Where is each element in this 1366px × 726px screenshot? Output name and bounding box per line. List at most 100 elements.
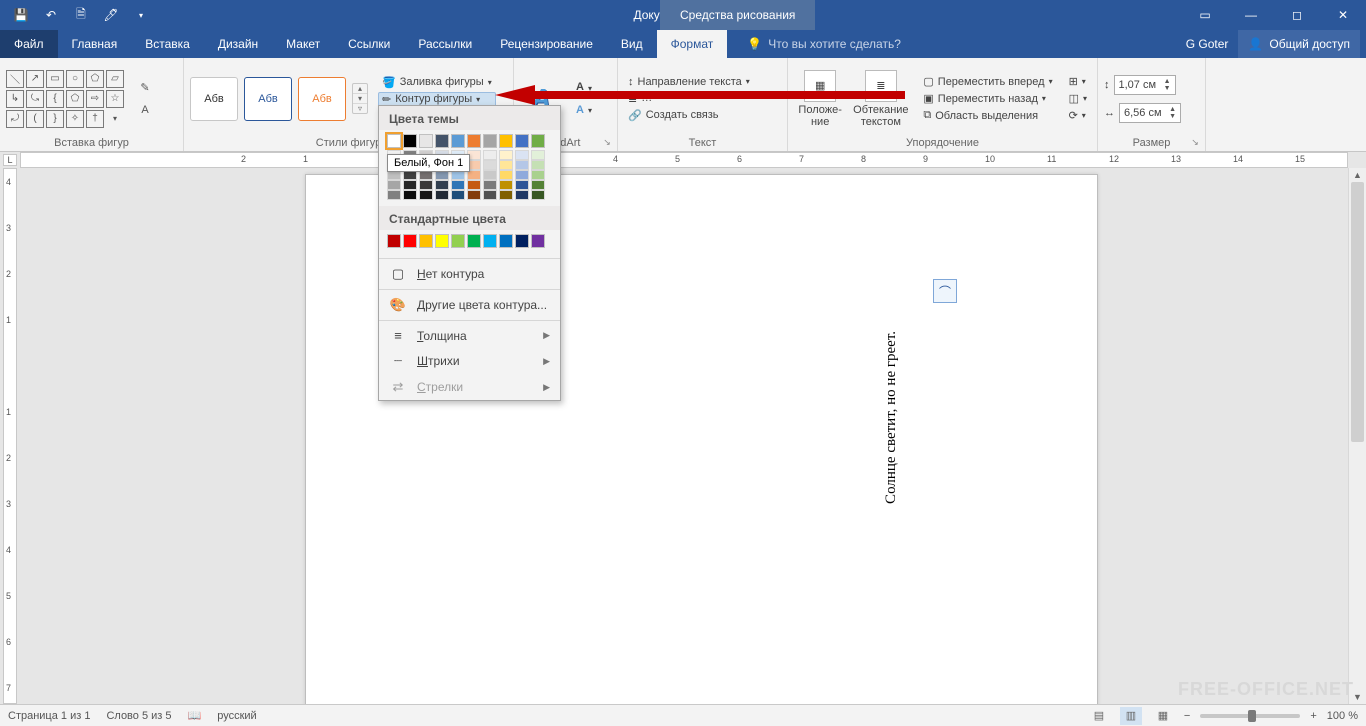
style-gallery-nav[interactable]: ▴ ▾ ▿	[352, 83, 368, 114]
dialog-launcher-icon[interactable]: ↘	[1189, 137, 1201, 149]
vertical-ruler[interactable]: 43211234567	[0, 168, 20, 704]
status-page[interactable]: Страница 1 из 1	[8, 710, 90, 722]
color-swatch[interactable]	[483, 134, 497, 148]
color-swatch[interactable]	[515, 190, 529, 200]
close-icon[interactable]: ✕	[1320, 0, 1366, 30]
color-swatch[interactable]	[403, 180, 417, 190]
color-swatch[interactable]	[451, 234, 465, 248]
color-swatch[interactable]	[483, 180, 497, 190]
text-effects-button[interactable]: A▾	[572, 103, 596, 117]
vertical-scrollbar[interactable]: ▲ ▼	[1348, 168, 1366, 704]
layout-options-button[interactable]: ⌒	[933, 279, 957, 303]
gallery-up-icon[interactable]: ▴	[353, 84, 367, 94]
tab-insert[interactable]: Вставка	[131, 30, 204, 58]
zoom-out-icon[interactable]: −	[1184, 710, 1190, 722]
bring-forward-button[interactable]: ▢Переместить вперед▾	[919, 74, 1056, 89]
color-swatch[interactable]	[483, 234, 497, 248]
create-link-button[interactable]: 🔗Создать связь	[624, 108, 754, 123]
undo-icon[interactable]: ↶	[38, 3, 64, 27]
color-swatch[interactable]	[419, 180, 433, 190]
color-swatch[interactable]	[467, 180, 481, 190]
scrollbar-thumb[interactable]	[1351, 182, 1364, 442]
tab-mailings[interactable]: Рассылки	[404, 30, 486, 58]
color-swatch[interactable]	[451, 134, 465, 148]
color-swatch[interactable]	[435, 134, 449, 148]
text-fill-button[interactable]: A▾	[572, 80, 596, 97]
edit-shape-icon[interactable]: ✎	[134, 78, 156, 98]
wrap-text-button[interactable]: ≣ Обтекание текстом	[850, 70, 911, 128]
document-area[interactable]: Солнце светит, но не греет. ⌒	[20, 168, 1348, 704]
color-swatch[interactable]	[499, 170, 513, 180]
shapes-gallery[interactable]: ＼↗▭○⬠▱ ↳⤿{⬠⇨☆ ⤾(}✧†▾	[6, 70, 124, 128]
color-swatch[interactable]	[419, 234, 433, 248]
color-swatch[interactable]	[531, 150, 545, 160]
color-swatch[interactable]	[387, 190, 401, 200]
color-swatch[interactable]	[531, 160, 545, 170]
gallery-more-icon[interactable]: ▿	[353, 104, 367, 113]
color-swatch[interactable]	[451, 190, 465, 200]
rotate-button[interactable]: ⟳▾	[1065, 108, 1091, 123]
color-swatch[interactable]	[467, 190, 481, 200]
position-button[interactable]: ▦ Положе­ние	[794, 70, 846, 128]
color-swatch[interactable]	[515, 160, 529, 170]
color-swatch[interactable]	[499, 160, 513, 170]
spellcheck-icon[interactable]: 📖	[188, 709, 202, 722]
color-swatch[interactable]	[515, 150, 529, 160]
read-mode-icon[interactable]: ▤	[1088, 707, 1110, 725]
shape-height-input[interactable]: 1,07 см ▲▼	[1114, 75, 1176, 95]
print-layout-icon[interactable]: ▥	[1120, 707, 1142, 725]
color-swatch[interactable]	[483, 170, 497, 180]
color-swatch[interactable]	[483, 160, 497, 170]
outline-dashes-item[interactable]: ┈ Штрихи ▶	[379, 348, 560, 374]
color-swatch[interactable]	[467, 234, 481, 248]
gallery-down-icon[interactable]: ▾	[353, 94, 367, 104]
tab-file[interactable]: Файл	[0, 30, 58, 58]
send-backward-button[interactable]: ▣Переместить назад▾	[919, 91, 1056, 106]
color-swatch[interactable]	[467, 134, 481, 148]
color-swatch[interactable]	[483, 150, 497, 160]
color-swatch[interactable]	[419, 190, 433, 200]
spin-down-icon[interactable]: ▼	[1164, 85, 1171, 92]
shape-style-gallery[interactable]: Абв Абв Абв	[190, 77, 346, 121]
spin-up-icon[interactable]: ▲	[1164, 78, 1171, 85]
tab-home[interactable]: Главная	[58, 30, 132, 58]
zoom-value[interactable]: 100 %	[1327, 710, 1358, 722]
color-swatch[interactable]	[531, 170, 545, 180]
zoom-slider[interactable]	[1200, 714, 1300, 718]
color-swatch[interactable]	[499, 150, 513, 160]
tab-view[interactable]: Вид	[607, 30, 657, 58]
textbox-vertical-text[interactable]: Солнце светит, но не греет.	[883, 331, 900, 504]
account-user[interactable]: G Goter	[1186, 37, 1229, 51]
dialog-launcher-icon[interactable]: ↘	[601, 137, 613, 149]
color-swatch[interactable]	[403, 134, 417, 148]
color-swatch[interactable]	[435, 180, 449, 190]
style-swatch-1[interactable]: Абв	[190, 77, 238, 121]
color-swatch[interactable]	[483, 190, 497, 200]
tab-review[interactable]: Рецензирование	[486, 30, 607, 58]
spin-down-icon[interactable]: ▼	[1169, 113, 1176, 120]
color-swatch[interactable]	[515, 134, 529, 148]
color-swatch[interactable]	[435, 190, 449, 200]
group-button[interactable]: ◫▾	[1065, 91, 1091, 106]
color-swatch[interactable]	[403, 190, 417, 200]
share-button[interactable]: 👤 Общий доступ	[1238, 30, 1360, 58]
color-swatch[interactable]	[451, 180, 465, 190]
no-outline-item[interactable]: ▢ Нет контура	[379, 261, 560, 287]
tab-layout[interactable]: Макет	[272, 30, 334, 58]
selection-pane-button[interactable]: ⧉Область выделения	[919, 108, 1056, 123]
minimize-icon[interactable]: —	[1228, 0, 1274, 30]
more-outline-colors-item[interactable]: 🎨 Другие цвета контура...	[379, 292, 560, 318]
draw-textbox-icon[interactable]: A	[134, 100, 156, 120]
shape-fill-button[interactable]: 🪣 Заливка фигуры ▾	[378, 75, 496, 90]
ribbon-display-options-icon[interactable]: ▭	[1182, 0, 1228, 30]
color-swatch[interactable]	[387, 180, 401, 190]
qat-dropdown-icon[interactable]: ▾	[128, 3, 154, 27]
status-words[interactable]: Слово 5 из 5	[106, 710, 171, 722]
color-swatch[interactable]	[419, 134, 433, 148]
color-swatch[interactable]	[515, 234, 529, 248]
tab-references[interactable]: Ссылки	[334, 30, 404, 58]
align-text-button[interactable]: ≣…	[624, 91, 754, 106]
web-layout-icon[interactable]: ▦	[1152, 707, 1174, 725]
shape-width-input[interactable]: 6,56 см ▲▼	[1119, 103, 1181, 123]
spin-up-icon[interactable]: ▲	[1169, 106, 1176, 113]
